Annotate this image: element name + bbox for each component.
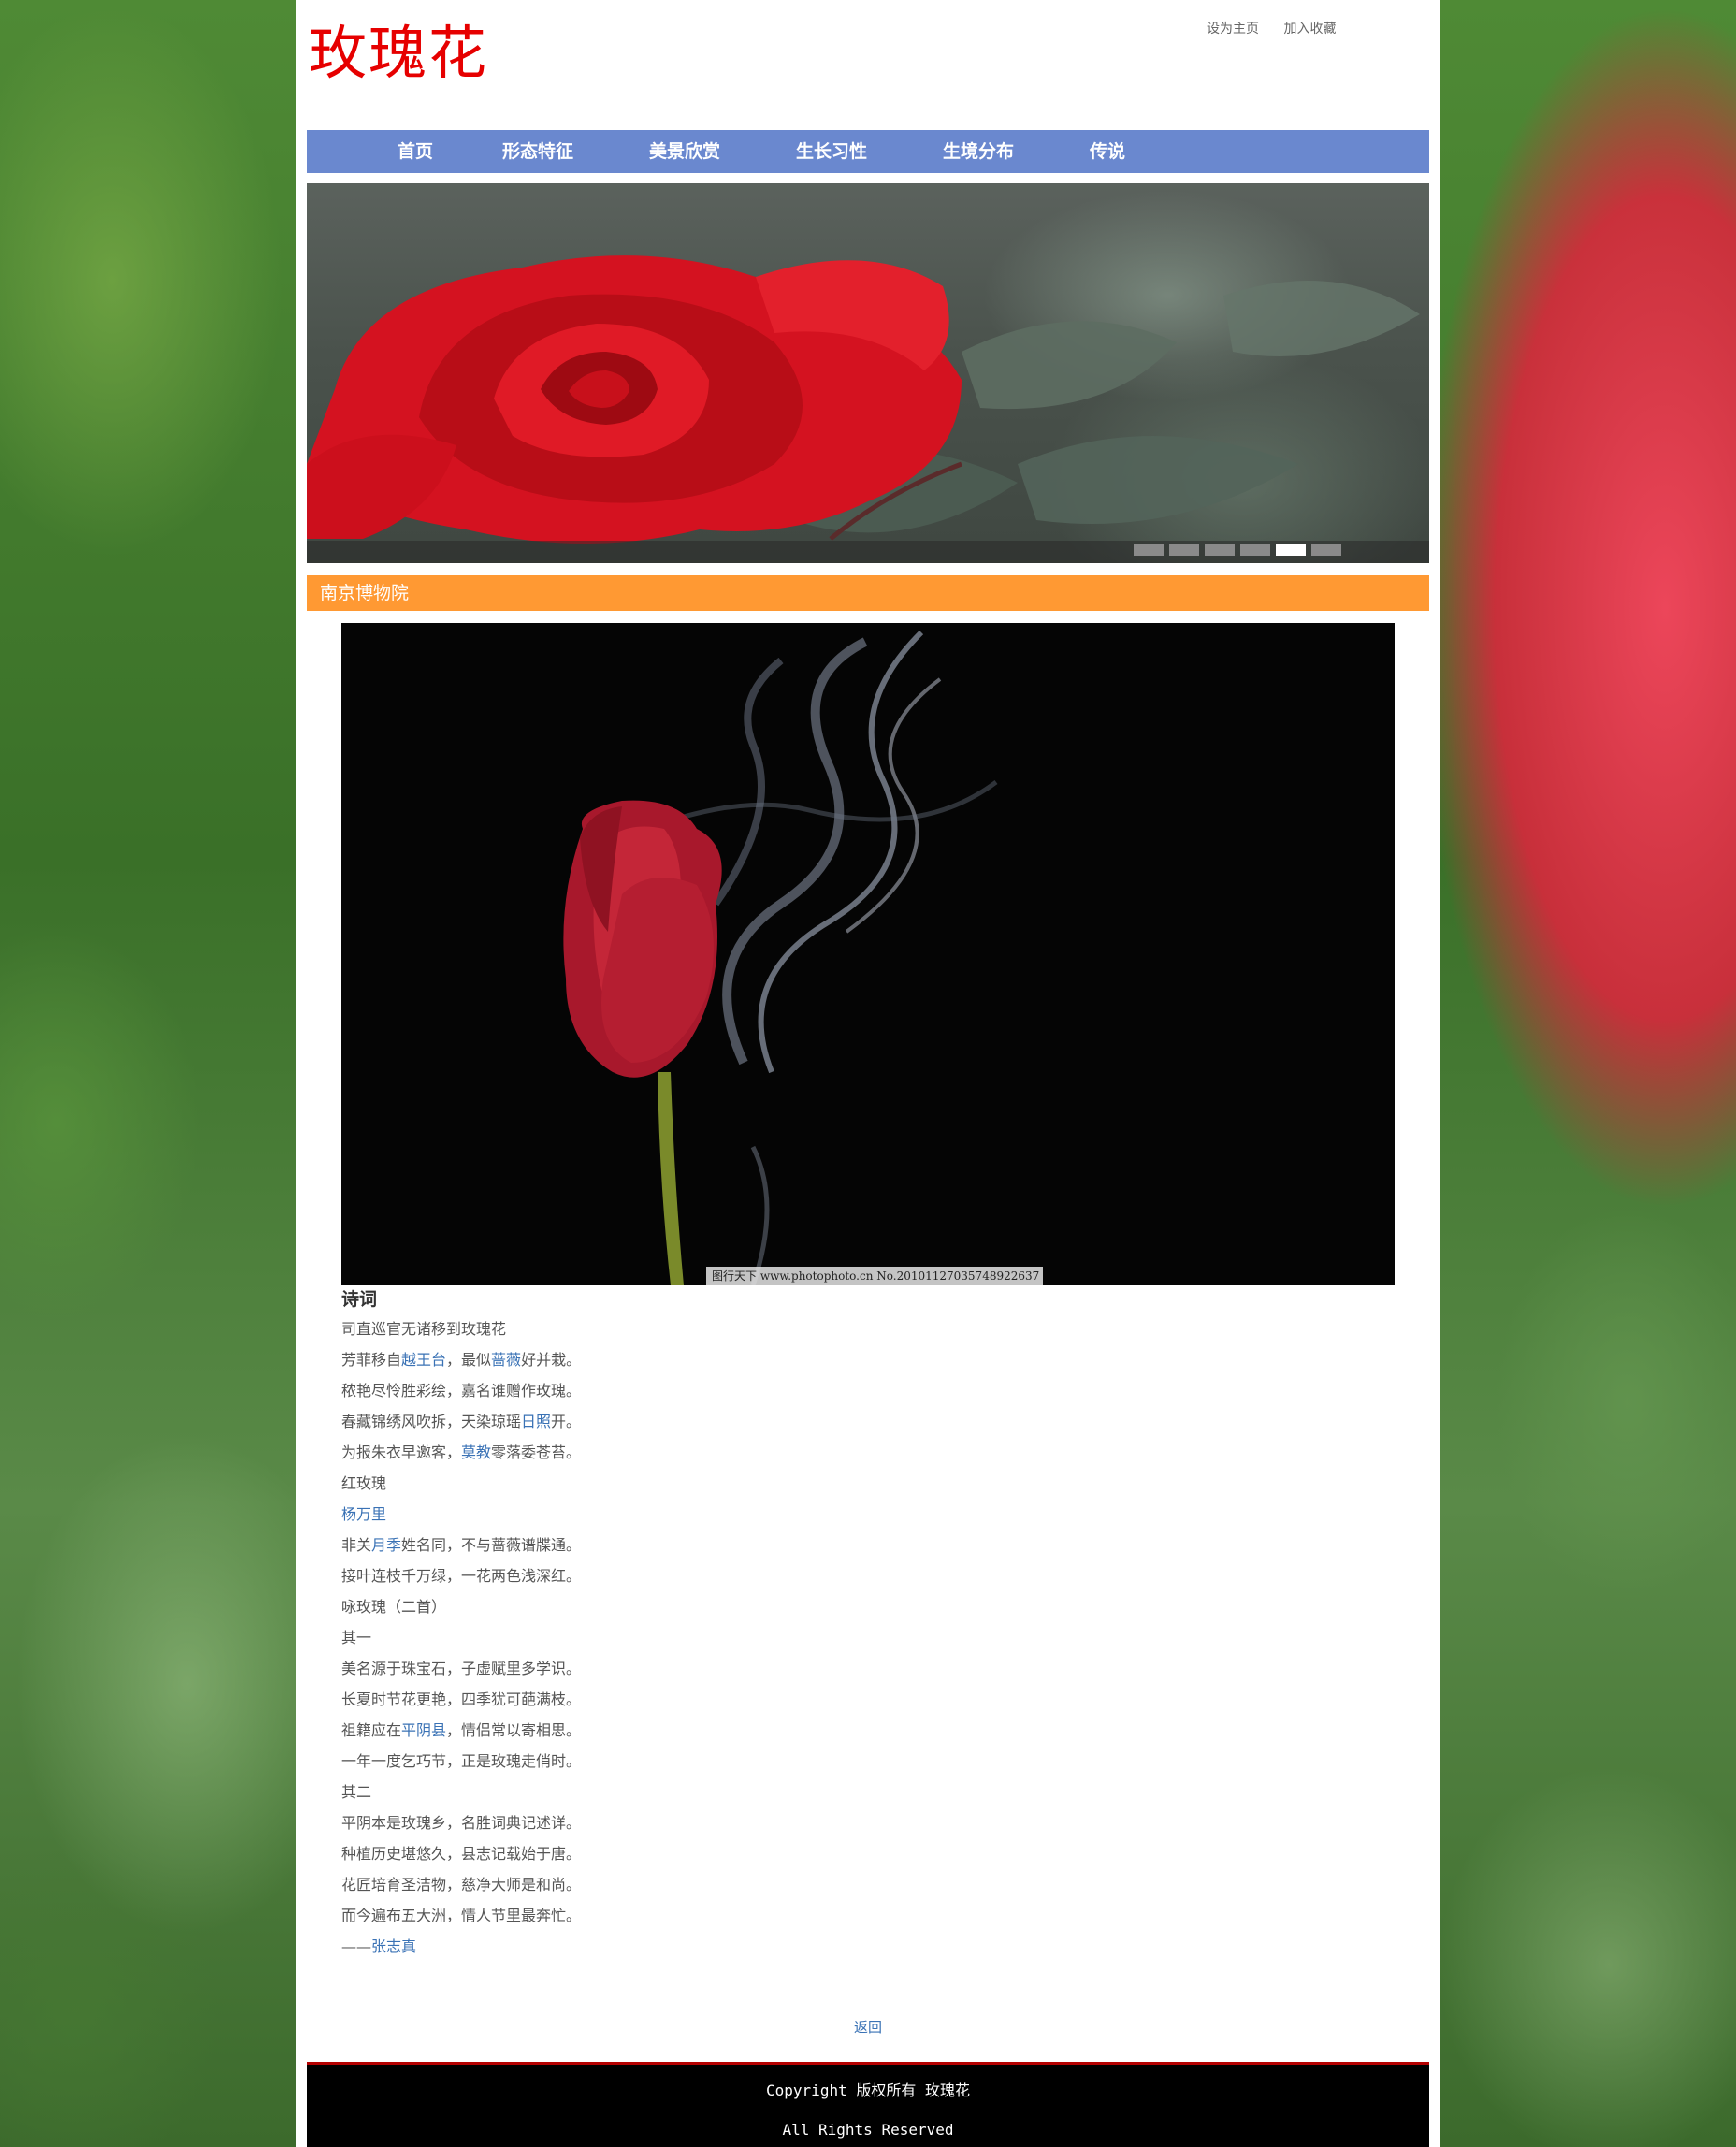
poem-lines: 司直巡官无诸移到玫瑰花 芳菲移自越王台，最似蔷薇好并栽。 秾艳尽怜胜彩绘，嘉名谁赠作… [341,1313,996,1962]
poem-text: 开。 [551,1413,582,1430]
poem-line: 司直巡官无诸移到玫瑰花 [341,1313,996,1344]
main-nav: 首页 形态特征 美景欣赏 生长习性 生境分布 传说 [307,130,1429,173]
poem-text: 接叶连枝千万绿，一花两色浅深红。 [341,1567,582,1585]
poem-line: 红玫瑰 [341,1468,996,1499]
add-favorite-link[interactable]: 加入收藏 [1283,22,1336,36]
footer-rights: All Rights Reserved [782,2121,954,2139]
poem-line: 祖籍应在平阴县，情侣常以寄相思。 [341,1715,996,1746]
poem-text: 咏玫瑰（二首） [341,1598,447,1616]
nav-item-distribution[interactable]: 生境分布 [943,130,1014,173]
poem-text: 花匠培育圣洁物，慈净大师是和尚。 [341,1876,582,1893]
top-links: 设为主页 加入收藏 [1207,19,1356,37]
poem-text: 长夏时节花更艳，四季犹可葩满枝。 [341,1690,582,1708]
section-title: 南京博物院 [320,583,410,603]
banner-slider [307,183,1429,563]
nav-item-morphology[interactable]: 形态特征 [502,130,573,173]
poem-text: 祖籍应在 [341,1721,402,1739]
poem-line: 非关月季姓名同，不与蔷薇谱牒通。 [341,1530,996,1560]
poem-text: 司直巡官无诸移到玫瑰花 [341,1320,507,1338]
poem-text: ，最似 [446,1351,492,1369]
poem-text: 秾艳尽怜胜彩绘，嘉名谁赠作玫瑰。 [341,1382,582,1400]
set-homepage-link[interactable]: 设为主页 [1207,22,1259,36]
poem-line: 花匠培育圣洁物，慈净大师是和尚。 [341,1869,996,1900]
poem-keyword-link[interactable]: 杨万里 [341,1505,386,1523]
nav-item-home[interactable]: 首页 [398,130,433,173]
poem-line: 种植历史堪悠久，县志记载始于唐。 [341,1838,996,1869]
section-header: 南京博物院 [307,575,1429,611]
poem-line: 长夏时节花更艳，四季犹可葩满枝。 [341,1684,996,1715]
poem-heading: 诗词 [341,1289,378,1310]
slider-dot-5[interactable] [1276,544,1306,556]
poem-text: 红玫瑰 [341,1474,387,1492]
nav-item-gallery[interactable]: 美景欣赏 [649,130,720,173]
poem-keyword-link[interactable]: 月季 [371,1536,401,1554]
poem-line: 而今遍布五大洲，情人节里最奔忙。 [341,1900,996,1931]
article-image: 图行天下 www.photophoto.cn No.20101127035748… [341,623,1395,1285]
poem-text: —— [341,1937,371,1955]
footer-copyright: Copyright 版权所有 玫瑰花 [766,2082,970,2099]
poem-line: 其二 [341,1777,996,1807]
poem-text: ，情侣常以寄相思。 [446,1721,582,1739]
poem-line: 为报朱衣早邀客，莫教零落委苍苔。 [341,1437,996,1468]
poem-line: 秾艳尽怜胜彩绘，嘉名谁赠作玫瑰。 [341,1375,996,1406]
slider-dot-1[interactable] [1134,544,1164,556]
poem-line: 杨万里 [341,1499,996,1530]
slider-dot-3[interactable] [1205,544,1235,556]
poem-line: 春藏锦绣风吹拆，天染琼瑶日照开。 [341,1406,996,1437]
nav-item-growth[interactable]: 生长习性 [796,130,867,173]
back-link[interactable]: 返回 [854,2017,882,2037]
slider-dot-4[interactable] [1240,544,1270,556]
poem-line: 芳菲移自越王台，最似蔷薇好并栽。 [341,1344,996,1375]
poem-keyword-link[interactable]: 平阴县 [401,1721,446,1739]
poem-line: 平阴本是玫瑰乡，名胜词典记述详。 [341,1807,996,1838]
slider-dot-6[interactable] [1311,544,1341,556]
poem-text: 而今遍布五大洲，情人节里最奔忙。 [341,1907,582,1924]
footer: Copyright 版权所有 玫瑰花 All Rights Reserved [307,2062,1429,2147]
poem-text: 好并栽。 [521,1351,582,1369]
poem-text: 平阴本是玫瑰乡，名胜词典记述详。 [341,1814,582,1832]
poem-text: 其一 [341,1629,372,1647]
poem-keyword-link[interactable]: 越王台 [401,1351,446,1369]
poem-keyword-link[interactable]: 莫教 [461,1443,491,1461]
slider-dot-2[interactable] [1169,544,1199,556]
poem-line: 一年一度乞巧节，正是玫瑰走俏时。 [341,1746,996,1777]
poem-text: 其二 [341,1783,372,1801]
poem-text: 美名源于珠宝石，子虚赋里多学识。 [341,1660,582,1677]
poem-text: 一年一度乞巧节，正是玫瑰走俏时。 [341,1752,582,1770]
poem-section: 诗词 司直巡官无诸移到玫瑰花 芳菲移自越王台，最似蔷薇好并栽。 秾艳尽怜胜彩绘，嘉名… [341,1285,996,1962]
site-title: 玫瑰花 [309,19,489,87]
poem-line: 其一 [341,1622,996,1653]
poem-text: 非关 [341,1536,372,1554]
poem-text: 姓名同，不与蔷薇谱牒通。 [401,1536,582,1554]
poem-text: 芳菲移自 [341,1351,402,1369]
poem-keyword-link[interactable]: 日照 [521,1413,551,1430]
page-container: 玫瑰花 设为主页 加入收藏 首页 形态特征 美景欣赏 生长习性 生境分布 传说 [296,0,1440,2147]
poem-text: 为报朱衣早邀客， [341,1443,462,1461]
banner-rose-image [307,255,1420,544]
poem-line: 美名源于珠宝石，子虚赋里多学识。 [341,1653,996,1684]
poem-line: 咏玫瑰（二首） [341,1591,996,1622]
poem-text: 种植历史堪悠久，县志记载始于唐。 [341,1845,582,1863]
poem-keyword-link[interactable]: 张志真 [371,1937,416,1955]
image-watermark: 图行天下 www.photophoto.cn No.20101127035748… [706,1267,1043,1285]
poem-text: 零落委苍苔。 [491,1443,582,1461]
nav-item-legend[interactable]: 传说 [1090,130,1125,173]
rose-smoke-image [563,630,998,1285]
poem-keyword-link[interactable]: 蔷薇 [491,1351,521,1369]
poem-line: ——张志真 [341,1931,996,1962]
poem-text: 春藏锦绣风吹拆，天染琼瑶 [341,1413,522,1430]
poem-line: 接叶连枝千万绿，一花两色浅深红。 [341,1560,996,1591]
